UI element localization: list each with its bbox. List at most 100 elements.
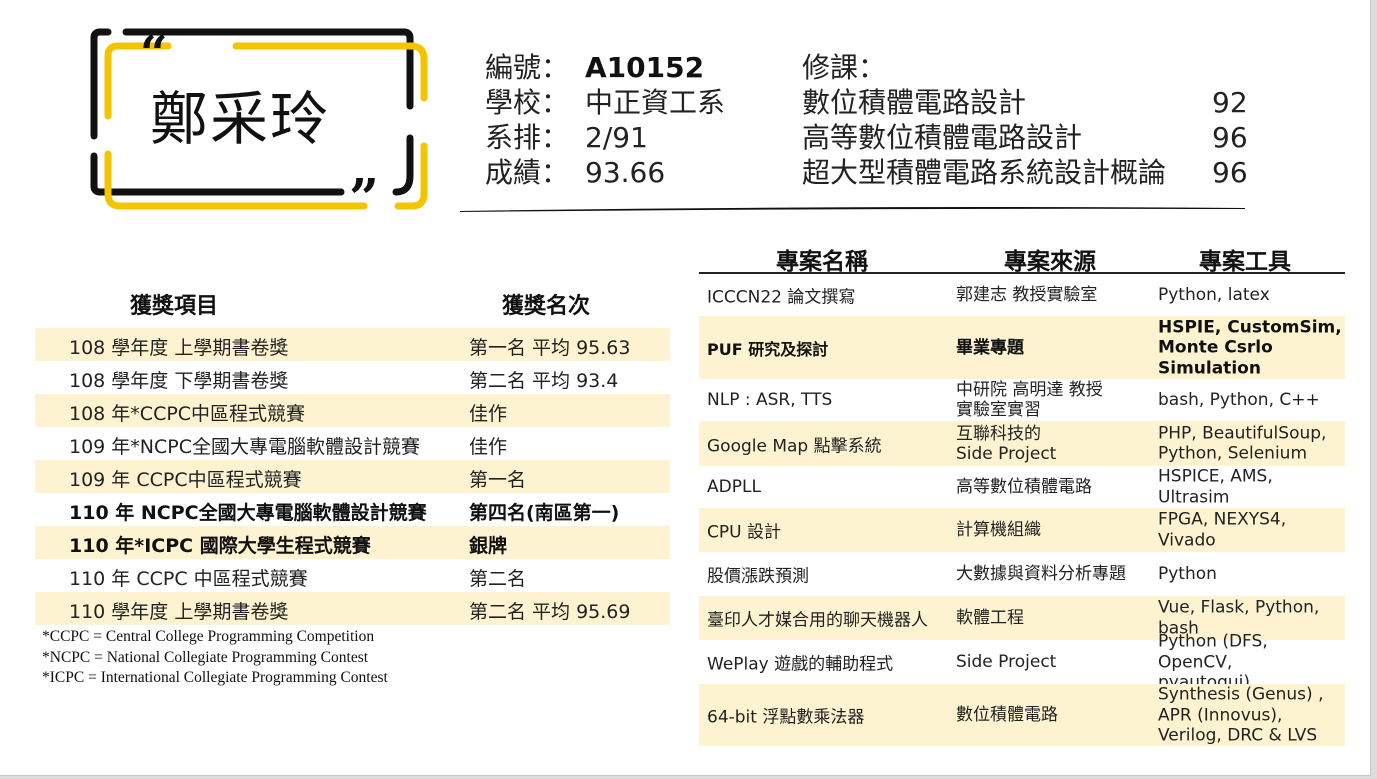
info-row-grade: 成績： 93.66 [485,155,725,190]
close-quote-mark: „ [350,138,380,199]
project-tools: bash, Python, C++ [1158,389,1320,410]
projects-header-tools: 專案工具 [1199,249,1291,275]
award-row: 109 年*NCPC全國大專電腦軟體設計競賽 佳作 [35,427,670,460]
award-row: 108 年*CCPC中區程式競賽 佳作 [35,394,670,427]
project-name: ADPLL [707,477,761,497]
project-source: 郭建志 教授實驗室 [956,285,1098,305]
project-source: 計算機組織 [956,520,1041,540]
project-tools: PHP, BeautifulSoup, Python, Selenium [1158,423,1327,464]
award-row: 108 學年度 上學期書卷獎 第一名 平均 95.63 [35,328,670,361]
projects-table: ICCCN22 論文撰寫 郭建志 教授實驗室 Python, latex PUF… [699,274,1345,746]
award-rank: 第四名(南區第一) [469,502,620,524]
award-item: 110 年 NCPC全國大專電腦軟體設計競賽 [69,502,427,524]
project-name: ICCCN22 論文撰寫 [707,287,856,308]
award-item: 108 年*CCPC中區程式競賽 [69,403,306,425]
project-row: WePlay 遊戲的輔助程式 Side Project Python (DFS,… [699,631,1345,692]
project-name: WePlay 遊戲的輔助程式 [707,654,894,675]
info-row-id: 編號： A10152 [485,50,725,85]
project-name: CPU 設計 [707,522,781,543]
awards-header-item: 獲獎項目 [130,294,219,319]
projects-header-name: 專案名稱 [776,249,868,275]
awards-header-rank: 獲獎名次 [502,294,591,319]
award-row: 110 學年度 上學期書卷獎 第二名 平均 95.69 [35,592,670,625]
course-score: 96 [1212,121,1248,154]
project-source: Side Project [956,652,1057,672]
projects-header: 專案名稱 專案來源 專案工具 [699,242,1345,275]
project-tools: HSPIE, CustomSim, Monte Csrlo Simulation [1158,316,1342,378]
course-row: 高等數位積體電路設計 96 [802,120,1248,155]
award-item: 108 學年度 下學期書卷獎 [69,370,289,392]
project-source: 大數據與資料分析專題 [956,564,1126,584]
courses-title: 修課： [802,51,887,84]
award-row: 110 年 CCPC 中區程式競賽 第二名 [35,559,670,592]
award-rank: 佳作 [469,403,508,425]
project-source: 畢業專題 [956,337,1024,358]
award-rank: 第二名 平均 95.69 [469,601,631,623]
project-row: 股價漲跌預測 大數據與資料分析專題 Python [699,552,1345,596]
project-name: NLP : ASR, TTS [707,390,833,410]
award-item: 110 學年度 上學期書卷獎 [69,601,289,623]
footnote: *ICPC = International Collegiate Program… [42,669,388,686]
course-score: 92 [1212,86,1248,119]
project-row: CPU 設計 計算機組織 FPGA, NEXYS4, Vivado [699,508,1345,552]
project-row: ICCCN22 論文撰寫 郭建志 教授實驗室 Python, latex [699,274,1345,316]
award-row: 110 年 NCPC全國大專電腦軟體設計競賽 第四名(南區第一) [35,493,670,526]
project-row: 64-bit 浮點數乘法器 數位積體電路 Synthesis (Genus) ,… [699,684,1345,746]
project-source: 高等數位積體電路 [956,477,1092,497]
award-row: 110 年*ICPC 國際大學生程式競賽 銀牌 [35,526,670,559]
award-rank: 佳作 [469,436,508,458]
id-label: 編號： [485,51,570,84]
project-name: 股價漲跌預測 [707,566,809,587]
course-row: 數位積體電路設計 92 [802,85,1248,120]
header-divider [460,207,1245,212]
project-tools: Python [1158,563,1217,584]
award-rank: 第二名 平均 93.4 [469,370,619,392]
slide: “ „ 鄭采玲 編號： A10152 學校： 中正資工系 系排： 2/91 成績… [0,0,1371,776]
award-rank: 第一名 [469,469,527,491]
project-tools: HSPICE, AMS, Ultrasim [1158,466,1273,508]
award-item: 110 年 CCPC 中區程式競賽 [69,568,308,590]
project-row: ADPLL 高等數位積體電路 HSPICE, AMS, Ultrasim [699,466,1345,508]
award-rank: 銀牌 [469,535,508,557]
project-tools: Python, latex [1158,284,1270,305]
project-name: PUF 研究及探討 [707,339,829,359]
rank-label: 系排： [485,121,570,154]
awards-footnotes: *CCPC = Central College Programming Comp… [42,627,388,689]
project-source: 互聯科技的 Side Project [956,423,1057,464]
basic-info: 編號： A10152 學校： 中正資工系 系排： 2/91 成績： 93.66 [485,50,725,190]
project-source: 中研院 高明達 教授 實驗室實習 [956,380,1103,420]
projects-header-source: 專案來源 [1004,249,1096,275]
project-tools: FPGA, NEXYS4, Vivado [1158,509,1287,551]
grade-label: 成績： [485,156,570,189]
courses-block: 修課： 數位積體電路設計 92 高等數位積體電路設計 96 超大型積體電路系統設… [802,50,1248,190]
project-row: NLP : ASR, TTS 中研院 高明達 教授 實驗室實習 bash, Pyt… [699,379,1345,421]
footnote: *NCPC = National Collegiate Programming … [42,648,369,666]
project-source: 數位積體電路 [956,705,1058,725]
project-row: PUF 研究及探討 畢業專題 HSPIE, CustomSim, Monte Cs… [699,316,1345,379]
award-rank: 第二名 [469,568,527,590]
course-name: 數位積體電路設計 [802,86,1027,119]
course-name: 超大型積體電路系統設計概論 [802,156,1167,189]
award-rank: 第一名 平均 95.63 [469,337,631,359]
project-name: 臺印人才媒合用的聊天機器人 [707,610,928,631]
grade-value: 93.66 [585,156,666,189]
info-row-rank: 系排： 2/91 [485,120,725,155]
awards-header: 獲獎項目 獲獎名次 [35,288,670,322]
project-name: 64-bit 浮點數乘法器 [707,707,865,728]
id-value: A10152 [585,51,705,84]
course-name: 高等數位積體電路設計 [802,121,1083,154]
project-source: 軟體工程 [956,608,1024,628]
project-tools: Synthesis (Genus) , APR (Innovus), Verilog… [1158,684,1324,746]
project-name: Google Map 點擊系統 [707,436,882,456]
award-item: 108 學年度 上學期書卷獎 [69,337,289,359]
school-value: 中正資工系 [585,86,726,119]
course-score: 96 [1212,156,1248,189]
award-item: 109 年*NCPC全國大專電腦軟體設計競賽 [69,436,421,458]
awards-table: 108 學年度 上學期書卷獎 第一名 平均 95.63 108 學年度 下學期書… [35,328,670,625]
rank-value: 2/91 [585,121,648,154]
award-row: 108 學年度 下學期書卷獎 第二名 平均 93.4 [35,361,670,394]
footnote: *CCPC = Central College Programming Comp… [42,628,375,645]
award-item: 109 年 CCPC中區程式競賽 [69,469,302,491]
info-row-school: 學校： 中正資工系 [485,85,725,120]
course-row: 超大型積體電路系統設計概論 96 [802,155,1248,190]
